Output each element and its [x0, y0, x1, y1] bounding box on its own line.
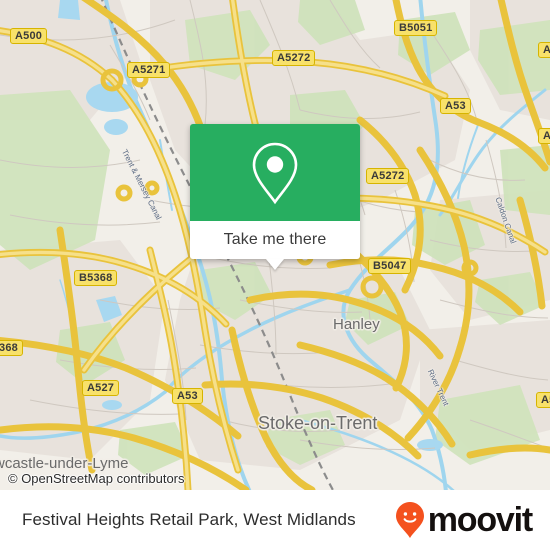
location-popup-card[interactable]: Take me there — [190, 124, 360, 270]
footer-bar: Festival Heights Retail Park, West Midla… — [0, 490, 550, 550]
moovit-logo[interactable]: moovit — [395, 501, 533, 539]
popup-action-area[interactable]: Take me there — [190, 221, 360, 270]
osm-attribution[interactable]: © OpenStreetMap contributors — [8, 471, 185, 486]
map-page: Hanley Stoke-on-Trent wcastle-under-Lyme… — [0, 0, 550, 550]
moovit-smiley-pin-icon — [395, 502, 424, 538]
map-canvas[interactable]: Hanley Stoke-on-Trent wcastle-under-Lyme… — [0, 0, 550, 490]
take-me-there-label: Take me there — [223, 231, 327, 248]
popup-image-area — [190, 124, 360, 221]
popup-pointer-tail — [266, 259, 284, 270]
map-pin-icon — [252, 142, 298, 204]
location-title: Festival Heights Retail Park, West Midla… — [22, 510, 356, 529]
moovit-wordmark: moovit — [427, 501, 533, 539]
